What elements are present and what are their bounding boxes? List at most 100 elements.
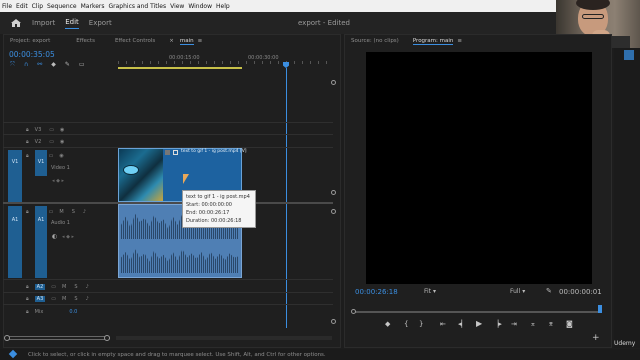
add-marker-button[interactable]: ◆ [385, 320, 390, 328]
tab-effect-controls[interactable]: Effect Controls [115, 38, 155, 44]
menu-edit[interactable]: Edit [14, 3, 30, 10]
project-title: export - Edited [298, 19, 350, 27]
quality-dropdown[interactable]: Full ▾ [510, 288, 525, 295]
track-label-v2[interactable]: V2 [35, 139, 42, 145]
track-label-a2[interactable]: A2 [34, 284, 46, 290]
keyframe-nav[interactable]: ◂ ◆ ▸ [52, 178, 64, 184]
track-divider [3, 122, 333, 123]
timeline-zoom-scrollbar[interactable] [6, 336, 110, 340]
mark-out-button[interactable]: } [419, 320, 423, 328]
tab-effects[interactable]: Effects [76, 38, 95, 44]
zoom-handle-left[interactable] [4, 335, 10, 341]
program-timecode[interactable]: 00:00:26:18 [355, 288, 398, 296]
scrubber-playhead[interactable] [598, 305, 602, 313]
sync-icon[interactable]: ▭ [49, 153, 54, 159]
fit-dropdown[interactable]: Fit ▾ [424, 288, 436, 295]
lock-icon[interactable]: 🔒︎ [26, 209, 29, 215]
extract-button[interactable]: ⌆ [548, 320, 554, 328]
play-button[interactable]: ▶ [476, 319, 482, 328]
tool-selected[interactable] [624, 50, 634, 60]
monitor-scrubber[interactable] [352, 311, 602, 313]
step-back-button[interactable]: ◂▏ [458, 320, 467, 328]
go-to-out-button[interactable]: ⇥ [511, 320, 517, 328]
timeline-panel-tabs: Project: export Effects Effect Controls … [4, 35, 340, 47]
tab-edit[interactable]: Edit [65, 18, 79, 29]
add-button[interactable]: + [592, 333, 600, 343]
menu-icon[interactable]: ≡ [198, 38, 203, 44]
scroll-handle-low[interactable] [331, 209, 336, 214]
mic-icon[interactable]: ♪ [86, 284, 89, 290]
scrubber-handle-left[interactable] [351, 309, 356, 314]
home-icon[interactable] [10, 18, 22, 28]
zoom-handle-right[interactable] [104, 335, 110, 341]
lock-icon[interactable]: 🔒︎ [26, 309, 29, 315]
mute-button[interactable]: M [59, 209, 63, 215]
menu-view[interactable]: View [168, 3, 186, 10]
sync-icon[interactable]: ▭ [49, 139, 54, 145]
sync-icon[interactable]: ▭ [49, 127, 54, 133]
step-forward-button[interactable]: ▕▸ [493, 320, 502, 328]
tab-export[interactable]: Export [89, 19, 112, 27]
captions-icon[interactable]: ▭ [79, 61, 85, 69]
snap-icon[interactable]: ∩ [24, 61, 28, 69]
menu-sequence[interactable]: Sequence [45, 3, 79, 10]
eye-icon[interactable]: ◉ [60, 139, 64, 145]
lock-icon[interactable]: 🔒︎ [26, 139, 29, 145]
program-video-frame[interactable] [366, 52, 592, 284]
eye-icon[interactable]: ◉ [60, 127, 64, 133]
tab-source[interactable]: Source: (no clips) [351, 38, 399, 44]
close-icon[interactable]: × [169, 38, 174, 44]
mute-button[interactable]: M [62, 296, 66, 302]
scroll-handle-mid[interactable] [331, 190, 336, 195]
sync-icon[interactable]: ▭ [51, 296, 56, 302]
solo-button[interactable]: S [74, 296, 77, 302]
track-label-a3[interactable]: A3 [34, 296, 46, 302]
mute-button[interactable]: M [62, 284, 66, 290]
track-name-audio1: Audio 1 [51, 220, 70, 226]
source-patch-a1[interactable]: A1 [8, 206, 22, 278]
lock-icon[interactable]: 🔒︎ [26, 284, 29, 290]
track-label-v3[interactable]: V3 [35, 127, 42, 133]
tab-sequence-main[interactable]: main [179, 38, 194, 45]
wrench-icon[interactable]: ✎ [65, 61, 70, 69]
menu-markers[interactable]: Markers [79, 3, 107, 10]
sync-icon[interactable]: ▭ [51, 284, 56, 290]
volume-knob[interactable]: ◐ [52, 233, 57, 240]
chevron-down-icon: ▾ [432, 288, 436, 295]
tab-program[interactable]: Program: main [412, 38, 454, 45]
lock-icon[interactable]: 🔒︎ [26, 153, 29, 159]
lock-icon[interactable]: 🔒︎ [26, 127, 29, 133]
menu-graphics[interactable]: Graphics and Titles [107, 3, 169, 10]
mic-icon[interactable]: ♪ [83, 209, 86, 215]
lock-icon[interactable]: 🔒︎ [26, 296, 29, 302]
menu-window[interactable]: Window [186, 3, 214, 10]
solo-button[interactable]: S [72, 209, 75, 215]
eye-icon[interactable]: ◉ [59, 153, 63, 159]
menu-icon[interactable]: ≡ [457, 38, 462, 44]
timeline-timecode[interactable]: 00:00:35:05 [9, 50, 55, 59]
linked-selection-icon[interactable]: ⚯ [37, 61, 42, 69]
mark-in-button[interactable]: { [404, 320, 408, 328]
camera-icon[interactable]: ◙ [566, 320, 573, 328]
solo-button[interactable]: S [74, 284, 77, 290]
go-to-in-button[interactable]: ⇤ [440, 320, 446, 328]
timeline-hscroll[interactable] [116, 336, 332, 340]
tab-project[interactable]: Project: export [10, 38, 50, 44]
scroll-handle-bottom[interactable] [331, 319, 336, 324]
keyframe-nav-audio[interactable]: ◂ ◆ ▸ [62, 234, 74, 240]
lift-button[interactable]: ⌅ [530, 320, 536, 328]
marker-icon[interactable]: ◆ [51, 61, 56, 69]
mic-icon[interactable]: ♪ [86, 296, 89, 302]
sync-icon[interactable]: ▭ [49, 209, 54, 215]
menu-file[interactable]: File [0, 3, 14, 10]
source-patch-v1[interactable]: V1 [8, 150, 22, 202]
work-area-bar[interactable] [118, 67, 242, 69]
wrench-icon[interactable]: ✎ [546, 287, 552, 295]
mix-value[interactable]: 0.0 [69, 309, 77, 315]
menu-help[interactable]: Help [214, 3, 232, 10]
nest-icon[interactable]: ⤧ [10, 61, 15, 69]
tab-import[interactable]: Import [32, 19, 55, 27]
time-ruler[interactable]: 00:00:15:00 00:00:30:00 [118, 50, 332, 72]
scroll-handle-top[interactable] [331, 80, 336, 85]
menu-clip[interactable]: Clip [30, 3, 45, 10]
